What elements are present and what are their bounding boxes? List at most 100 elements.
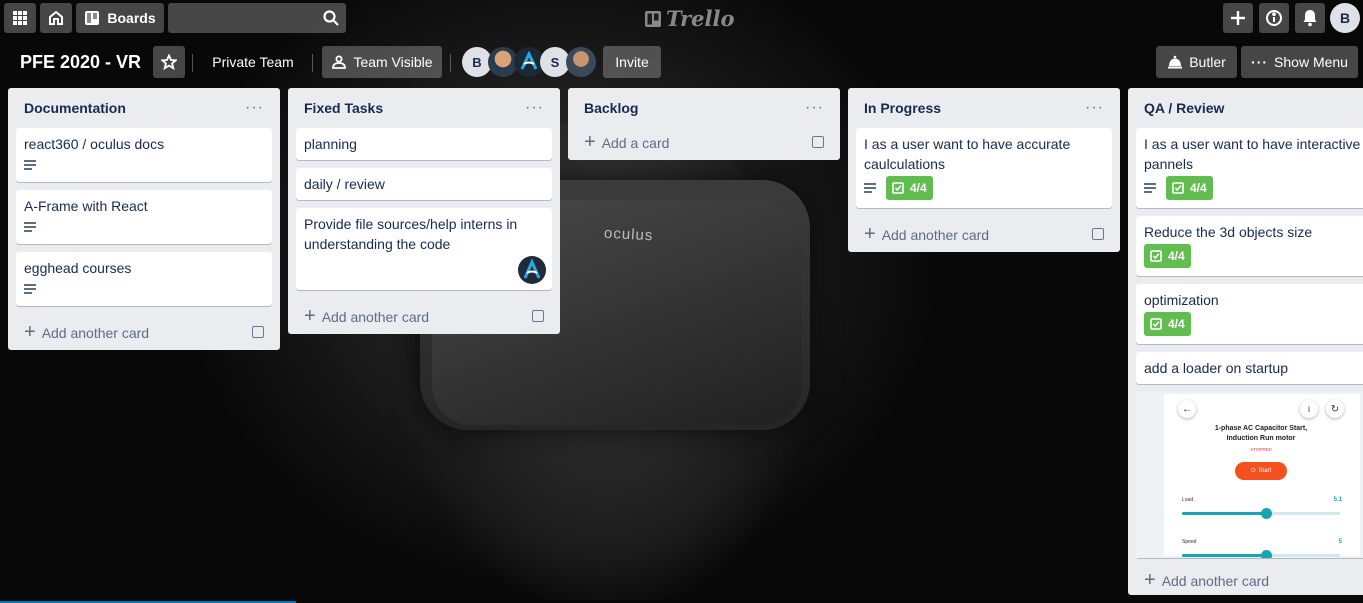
list-menu-icon[interactable]: ··· <box>525 100 544 116</box>
add-card-button[interactable]: + Add another card <box>856 216 1112 252</box>
plus-icon: + <box>1144 569 1156 591</box>
list-documentation: Documentation ··· react360 / oculus docs … <box>8 88 280 350</box>
add-card-button[interactable]: + Add a card <box>576 124 832 160</box>
search-icon <box>323 10 339 26</box>
list-menu-icon[interactable]: ··· <box>245 100 264 116</box>
speed-slider <box>1182 550 1340 558</box>
trello-logo-icon <box>645 10 661 27</box>
add-card-label: Add another card <box>881 227 990 243</box>
show-menu-button[interactable]: ··· Show Menu <box>1241 46 1358 78</box>
card[interactable]: react360 / oculus docs <box>16 128 272 182</box>
list-backlog: Backlog ··· + Add a card <box>568 88 840 160</box>
card[interactable]: optimization 4/4 <box>1136 284 1363 344</box>
list-fixed-tasks: Fixed Tasks ··· planning daily / review P… <box>288 88 560 334</box>
card-title: I as a user want to have interactive pan… <box>1144 136 1361 172</box>
more-icon: ··· <box>1251 54 1269 70</box>
cover-app-screen: ← i ↻ 1-phase AC Capacitor Start, Inducti… <box>1164 394 1360 558</box>
card-template-icon[interactable] <box>1092 228 1104 240</box>
description-icon <box>24 282 36 296</box>
show-menu-label: Show Menu <box>1274 54 1348 70</box>
team-button[interactable]: Private Team <box>200 46 306 78</box>
plus-icon <box>1231 11 1245 25</box>
cover-start-button: ⏻ Start <box>1235 462 1287 480</box>
info-button[interactable] <box>1259 3 1289 33</box>
butler-button[interactable]: Butler <box>1156 46 1237 78</box>
divider <box>192 54 193 72</box>
card-cover-image: ← i ↻ 1-phase AC Capacitor Start, Inducti… <box>1136 392 1363 558</box>
card[interactable]: add a loader on startup <box>1136 352 1363 384</box>
info-icon <box>1266 10 1282 26</box>
star-icon <box>161 54 177 70</box>
notifications-button[interactable] <box>1295 3 1325 33</box>
card[interactable]: I as a user want to have accurate caulcu… <box>856 128 1112 208</box>
list-title[interactable]: Fixed Tasks <box>304 100 383 116</box>
card-template-icon[interactable] <box>252 326 264 338</box>
create-button[interactable] <box>1223 3 1253 33</box>
list-menu-icon[interactable]: ··· <box>1085 100 1104 116</box>
description-icon <box>24 220 36 234</box>
checkbox-icon <box>892 182 904 194</box>
user-avatar[interactable]: B <box>1330 3 1360 33</box>
trello-logo-text: Trello <box>666 6 735 31</box>
star-button[interactable] <box>153 46 185 78</box>
top-bar: Boards Trello B <box>0 0 1363 36</box>
card[interactable]: egghead courses <box>16 252 272 306</box>
add-card-button[interactable]: + Add another card <box>296 298 552 334</box>
add-card-label: Add a card <box>601 135 670 151</box>
divider <box>312 54 313 72</box>
card-title: A-Frame with React <box>24 198 148 214</box>
search-input[interactable] <box>168 3 346 33</box>
list-title[interactable]: Backlog <box>584 100 638 116</box>
butler-bell-icon <box>1168 55 1183 69</box>
cover-title: 1-phase AC Capacitor Start, Induction Run… <box>1214 425 1308 442</box>
description-icon <box>24 158 36 172</box>
plus-icon: + <box>304 305 316 327</box>
checklist-count: 4/4 <box>910 181 927 195</box>
list-qa-review: QA / Review I as a user want to have int… <box>1128 88 1363 595</box>
visibility-button[interactable]: Team Visible <box>322 46 442 78</box>
list-title[interactable]: In Progress <box>864 100 941 116</box>
board-title[interactable]: PFE 2020 - VR <box>20 52 141 73</box>
card-with-cover[interactable]: ← i ↻ 1-phase AC Capacitor Start, Inducti… <box>1136 392 1363 558</box>
card-template-icon[interactable] <box>812 136 824 148</box>
list-title[interactable]: QA / Review <box>1144 100 1224 116</box>
card[interactable]: Provide file sources/help interns in und… <box>296 208 552 290</box>
arch-logo-icon <box>523 258 541 279</box>
card-template-icon[interactable] <box>532 310 544 322</box>
card-title: react360 / oculus docs <box>24 136 165 152</box>
plus-icon: + <box>584 131 596 153</box>
background-headset-brand: oculus <box>603 224 654 245</box>
checklist-badge: 4/4 <box>1144 244 1191 268</box>
card-title: add a loader on startup <box>1144 360 1288 376</box>
card[interactable]: I as a user want to have interactive pan… <box>1136 128 1363 208</box>
checklist-badge: 4/4 <box>1144 312 1191 336</box>
card[interactable]: Reduce the 3d objects size 4/4 <box>1136 216 1363 276</box>
butler-label: Butler <box>1189 54 1226 70</box>
speed-label: Speed <box>1182 539 1197 545</box>
card-title: optimization <box>1144 292 1219 308</box>
apps-button[interactable] <box>4 3 36 33</box>
boards-button[interactable]: Boards <box>76 3 164 33</box>
list-in-progress: In Progress ··· I as a user want to have … <box>848 88 1120 252</box>
speed-value: 5 <box>1338 539 1342 545</box>
arch-logo-icon <box>520 51 538 70</box>
member-avatar-photo[interactable] <box>566 47 596 77</box>
checklist-badge: 4/4 <box>886 176 933 200</box>
home-button[interactable] <box>40 3 72 33</box>
invite-button[interactable]: Invite <box>603 46 661 78</box>
card[interactable]: daily / review <box>296 168 552 200</box>
list-menu-icon[interactable]: ··· <box>805 100 824 116</box>
add-card-button[interactable]: + Add another card <box>1136 562 1363 598</box>
bell-icon <box>1303 10 1317 27</box>
add-card-label: Add another card <box>1161 573 1270 589</box>
team-icon <box>332 55 347 69</box>
card[interactable]: planning <box>296 128 552 160</box>
add-card-button[interactable]: + Add another card <box>16 314 272 350</box>
card[interactable]: A-Frame with React <box>16 190 272 244</box>
card-member-avatar[interactable] <box>518 256 546 284</box>
add-card-label: Add another card <box>321 309 430 325</box>
boards-label: Boards <box>107 10 156 26</box>
apps-grid-icon <box>13 11 27 25</box>
list-title[interactable]: Documentation <box>24 100 126 116</box>
trello-logo[interactable]: Trello <box>644 6 735 31</box>
